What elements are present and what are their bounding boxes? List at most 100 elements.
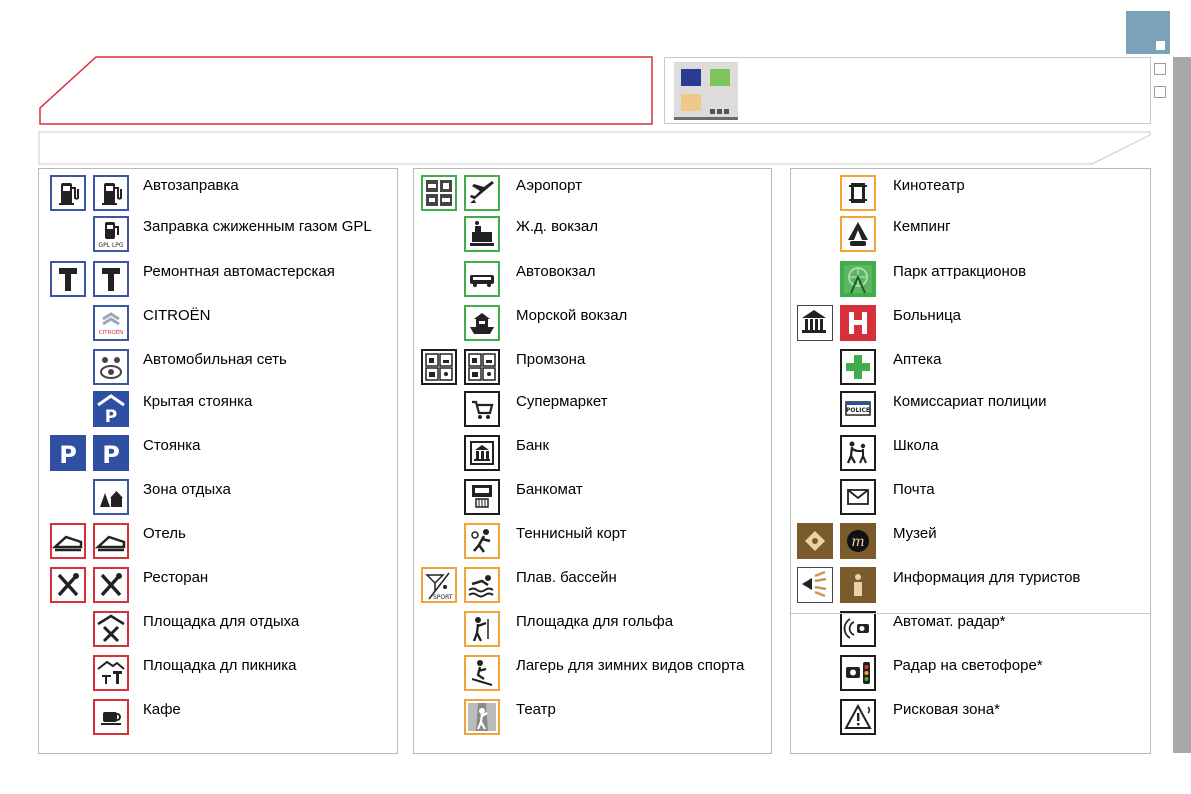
legend-row: Площадка дл пикника: [39, 655, 397, 699]
legend-row: Школа: [791, 435, 1150, 479]
legend-label: Кемпинг: [893, 218, 951, 235]
legend-label: Супермаркет: [516, 393, 608, 410]
legend-label: Отель: [143, 525, 186, 542]
legend-row: m Музей: [791, 523, 1150, 567]
transport-hub-icon: [421, 175, 457, 211]
legend-row: Супермаркет: [414, 391, 771, 435]
legend-row: Радар на светофоре*: [791, 655, 1150, 699]
industrial-zone-icon: [464, 349, 500, 385]
legend-label: Ремонтная автомастерская: [143, 263, 335, 280]
svg-text:POLICE: POLICE: [846, 407, 870, 414]
legend-row: Отель: [39, 523, 397, 567]
legend-label: Информация для туристов: [893, 569, 1081, 586]
legend-row: Больница: [791, 305, 1150, 349]
shopping-cart-icon: [464, 391, 500, 427]
citroen-logo-icon: CITROËN: [93, 305, 129, 341]
pharmacy-cross-icon: [840, 349, 876, 385]
airplane-icon: [464, 175, 500, 211]
svg-text:P: P: [59, 441, 77, 469]
legend-row: Кемпинг: [791, 216, 1150, 260]
covered-parking-icon: P: [93, 391, 129, 427]
bus-station-icon: [464, 261, 500, 297]
legend-row: Морской вокзал: [414, 305, 771, 349]
legend-row: Банк: [414, 435, 771, 479]
svg-text:m: m: [851, 534, 864, 550]
legend-row: POLICE Комиссариат полиции: [791, 391, 1150, 435]
legend-row: Ресторан: [39, 567, 397, 611]
legend-label: Кафе: [143, 701, 181, 718]
legend-row: Промзона: [414, 349, 771, 393]
legend-label: Театр: [516, 701, 556, 718]
corner-marker-dot: [1156, 41, 1165, 50]
risk-zone-icon: [840, 699, 876, 735]
amusement-park-icon: [840, 261, 876, 297]
legend-row: Аэропорт: [414, 175, 771, 219]
legend-label: Школа: [893, 437, 939, 454]
side-checkbox-1[interactable]: [1154, 63, 1166, 75]
legend-label: Аптека: [893, 351, 942, 368]
title-frame: [38, 56, 654, 126]
hospital-icon: [840, 305, 876, 341]
parking-icon: P: [50, 435, 86, 471]
corner-marker: [1126, 11, 1170, 54]
police-icon: POLICE: [840, 391, 876, 427]
svg-text:GPL LPG: GPL LPG: [98, 242, 123, 249]
fuel-pump-icon: [93, 175, 129, 211]
legend-row: Площадка для гольфа: [414, 611, 771, 655]
legend-label: Стоянка: [143, 437, 201, 454]
legend-label: Автомат. радар*: [893, 613, 1006, 630]
traffic-light-camera-icon: [840, 655, 876, 691]
legend-label: Рисковая зона*: [893, 701, 1000, 718]
legend-label: Лагерь для зимних видов спорта: [516, 657, 745, 674]
side-scrollbar[interactable]: [1173, 57, 1191, 753]
side-checkbox-2[interactable]: [1154, 86, 1166, 98]
speed-camera-icon: [840, 611, 876, 647]
legend-label: Почта: [893, 481, 935, 498]
legend-row: GPL LPG Заправка сжиженным газом GPL: [39, 216, 397, 260]
repair-hammer-icon: [50, 261, 86, 297]
public-building-icon: [797, 305, 833, 341]
legend-label: Радар на светофоре*: [893, 657, 1043, 674]
legend-column-3: Кинотеатр Кемпинг Парк аттракционов Больниц…: [790, 168, 1151, 754]
picnic-icon: [93, 655, 129, 691]
legend-row: Автомобильная сеть: [39, 349, 397, 393]
radar-section-separator: [791, 613, 1150, 614]
legend-row: Площадка для отдыха: [39, 611, 397, 655]
legend-row: SPORT Плав. бассейн: [414, 567, 771, 611]
legend-row: Автозаправка: [39, 175, 397, 219]
hotel-bed-icon: [93, 523, 129, 559]
rest-area-icon: [93, 479, 129, 515]
cinema-icon: [840, 175, 876, 211]
legend-row: P P Стоянка: [39, 435, 397, 479]
sport-leisure-icon: SPORT: [421, 567, 457, 603]
legend-label: Музей: [893, 525, 937, 542]
restaurant-icon: [50, 567, 86, 603]
legend-label: Банкомат: [516, 481, 583, 498]
tile-quadrant-green: [710, 69, 730, 86]
legend-row: CITROËN CITROËN: [39, 305, 397, 349]
legend-label: Парк аттракционов: [893, 263, 1027, 280]
tile-dots-icon: [710, 102, 730, 114]
legend-label: Аэропорт: [516, 177, 583, 194]
skiing-icon: [464, 655, 500, 691]
lpg-fuel-icon: GPL LPG: [93, 216, 129, 252]
ferry-terminal-icon: [464, 305, 500, 341]
legend-label: Заправка сжиженным газом GPL: [143, 218, 372, 235]
tourist-info-icon: [840, 567, 876, 603]
legend-row: Банкомат: [414, 479, 771, 523]
repair-hammer-icon: [93, 261, 129, 297]
legend-column-1: Автозаправка GPL LPG Заправка сжиженным га…: [38, 168, 398, 754]
legend-row: Кафе: [39, 699, 397, 743]
post-office-icon: [840, 479, 876, 515]
legend-column-2: Аэропорт Ж.д. вокзал Автовокзал Морской вок…: [413, 168, 772, 754]
legend-label: Площадка для отдыха: [143, 613, 300, 630]
legend-row: Почта: [791, 479, 1150, 523]
legend-label: Теннисный корт: [516, 525, 627, 542]
legend-row: Ремонтная автомастерская: [39, 261, 397, 305]
legend-label: Автомобильная сеть: [143, 351, 287, 368]
legend-label: Кинотеатр: [893, 177, 965, 194]
legend-label: Морской вокзал: [516, 307, 628, 324]
coffee-cup-icon: [93, 699, 129, 735]
car-network-icon: [93, 349, 129, 385]
legend-label: Ресторан: [143, 569, 209, 586]
